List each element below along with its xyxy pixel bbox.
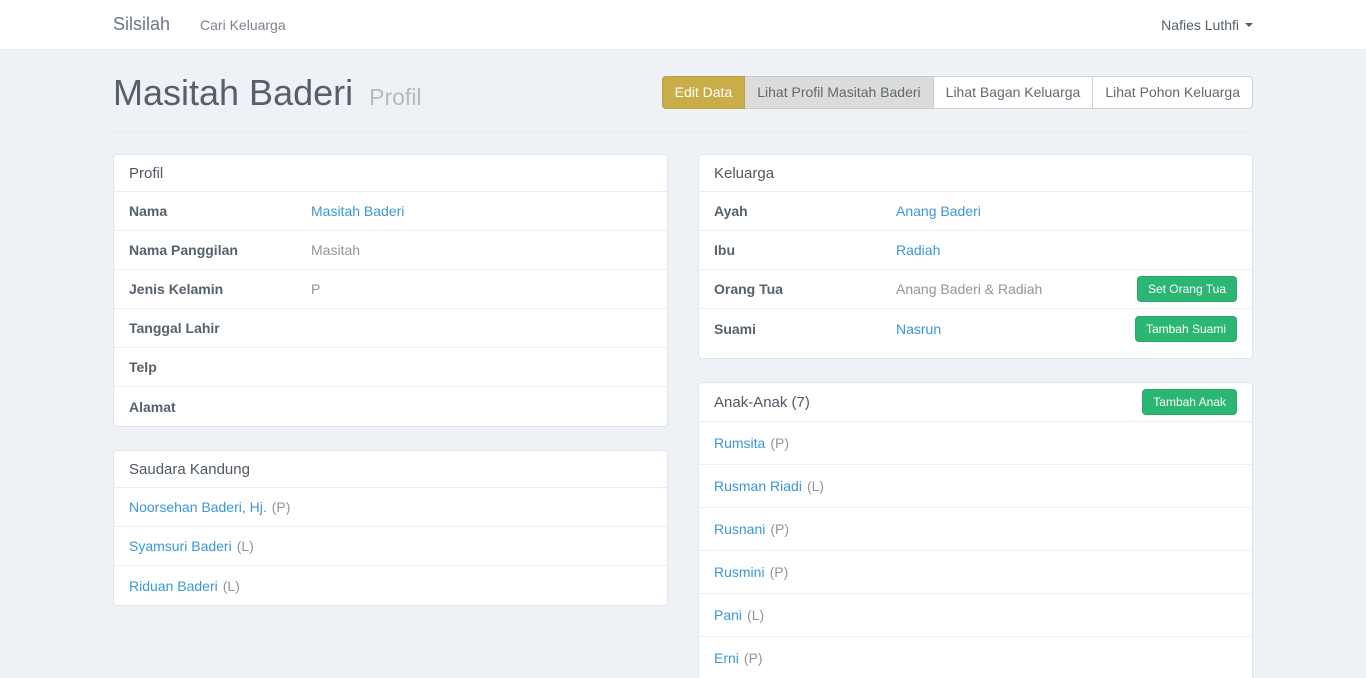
- anak-anak-panel: Anak-Anak (7) Tambah Anak Rumsita (P) Ru…: [698, 382, 1253, 678]
- list-item: Rusmini (P): [699, 551, 1252, 594]
- chevron-down-icon: [1245, 23, 1253, 27]
- profile-actions-group: Edit Data Lihat Profil Masitah Baderi Li…: [662, 76, 1253, 109]
- person-link[interactable]: Anang Baderi: [896, 203, 981, 219]
- left-column: Profil Nama Masitah Baderi Nama Panggila…: [113, 154, 668, 629]
- person-link[interactable]: Rusnani: [714, 521, 765, 537]
- navbar: Silsilah Cari Keluarga Nafies Luthfi: [0, 0, 1366, 50]
- row-value: Masitah: [311, 242, 360, 258]
- person-link[interactable]: Noorsehan Baderi, Hj.: [129, 499, 267, 515]
- gender-label: (L): [223, 578, 240, 594]
- person-link[interactable]: Erni: [714, 650, 739, 666]
- app-brand[interactable]: Silsilah: [113, 14, 170, 35]
- right-column: Keluarga Ayah Anang Baderi Ibu Radiah Or…: [698, 154, 1253, 678]
- row-label: Ibu: [714, 242, 896, 258]
- list-item: Noorsehan Baderi, Hj. (P): [114, 488, 667, 527]
- keluarga-panel-title: Keluarga: [714, 165, 774, 182]
- row-value: P: [311, 281, 320, 297]
- gender-label: (P): [770, 435, 789, 451]
- user-name: Nafies Luthfi: [1161, 17, 1239, 33]
- gender-label: (P): [272, 499, 291, 515]
- table-row: Nama Panggilan Masitah: [114, 231, 667, 270]
- person-link[interactable]: Pani: [714, 607, 742, 623]
- gender-label: (P): [770, 564, 789, 580]
- set-orang-tua-button[interactable]: Set Orang Tua: [1137, 276, 1237, 302]
- list-item: Riduan Baderi (L): [114, 566, 667, 605]
- person-link[interactable]: Nasrun: [896, 321, 941, 337]
- lihat-pohon-keluarga-button[interactable]: Lihat Pohon Keluarga: [1092, 76, 1253, 109]
- table-row: Jenis Kelamin P: [114, 270, 667, 309]
- row-label: Telp: [129, 359, 311, 375]
- person-link[interactable]: Rusman Riadi: [714, 478, 802, 494]
- table-row: Nama Masitah Baderi: [114, 192, 667, 231]
- list-item: Pani (L): [699, 594, 1252, 637]
- edit-data-button[interactable]: Edit Data: [662, 76, 746, 109]
- row-label: Ayah: [714, 203, 896, 219]
- list-item: Rusnani (P): [699, 508, 1252, 551]
- table-row: Tanggal Lahir: [114, 309, 667, 348]
- page-subtitle: Profil: [369, 84, 421, 110]
- person-link[interactable]: Rusmini: [714, 564, 765, 580]
- person-link[interactable]: Radiah: [896, 242, 940, 258]
- person-link[interactable]: Rumsita: [714, 435, 765, 451]
- profil-panel: Profil Nama Masitah Baderi Nama Panggila…: [113, 154, 668, 427]
- person-link[interactable]: Masitah Baderi: [311, 203, 404, 219]
- row-label: Nama Panggilan: [129, 242, 311, 258]
- main-content: Masitah Baderi Profil Edit Data Lihat Pr…: [113, 50, 1253, 678]
- gender-label: (L): [747, 607, 764, 623]
- person-link[interactable]: Syamsuri Baderi: [129, 538, 232, 554]
- table-row: Ayah Anang Baderi: [699, 192, 1252, 231]
- row-label: Alamat: [129, 399, 311, 415]
- saudara-panel-title: Saudara Kandung: [129, 461, 250, 478]
- page-title: Masitah Baderi: [113, 72, 353, 113]
- table-row: Orang Tua Anang Baderi & Radiah Set Oran…: [699, 270, 1252, 309]
- saudara-kandung-panel: Saudara Kandung Noorsehan Baderi, Hj. (P…: [113, 450, 668, 606]
- row-label: Nama: [129, 203, 311, 219]
- tambah-anak-button[interactable]: Tambah Anak: [1142, 389, 1237, 415]
- gender-label: (P): [770, 521, 789, 537]
- lihat-profil-button[interactable]: Lihat Profil Masitah Baderi: [744, 76, 933, 109]
- tambah-suami-button[interactable]: Tambah Suami: [1135, 316, 1237, 342]
- user-menu[interactable]: Nafies Luthfi: [1161, 17, 1253, 33]
- gender-label: (L): [807, 478, 824, 494]
- table-row: Ibu Radiah: [699, 231, 1252, 270]
- row-label: Orang Tua: [714, 281, 896, 297]
- list-item: Syamsuri Baderi (L): [114, 527, 667, 566]
- row-label: Suami: [714, 321, 896, 337]
- row-label: Jenis Kelamin: [129, 281, 311, 297]
- gender-label: (L): [237, 538, 254, 554]
- lihat-bagan-keluarga-button[interactable]: Lihat Bagan Keluarga: [933, 76, 1094, 109]
- gender-label: (P): [744, 650, 763, 666]
- anak-panel-title: Anak-Anak (7): [714, 394, 810, 411]
- row-label: Tanggal Lahir: [129, 320, 311, 336]
- profil-panel-title: Profil: [129, 165, 163, 182]
- list-item: Rumsita (P): [699, 422, 1252, 465]
- row-value: Anang Baderi & Radiah: [896, 281, 1042, 297]
- list-item: Rusman Riadi (L): [699, 465, 1252, 508]
- table-row: Telp: [114, 348, 667, 387]
- table-row: Suami Nasrun Tambah Suami: [699, 309, 1252, 348]
- page-header: Masitah Baderi Profil Edit Data Lihat Pr…: [113, 62, 1253, 132]
- nav-link-cari-keluarga[interactable]: Cari Keluarga: [200, 17, 286, 33]
- table-row: Alamat: [114, 387, 667, 426]
- keluarga-panel: Keluarga Ayah Anang Baderi Ibu Radiah Or…: [698, 154, 1253, 359]
- person-link[interactable]: Riduan Baderi: [129, 578, 218, 594]
- list-item: Erni (P): [699, 637, 1252, 678]
